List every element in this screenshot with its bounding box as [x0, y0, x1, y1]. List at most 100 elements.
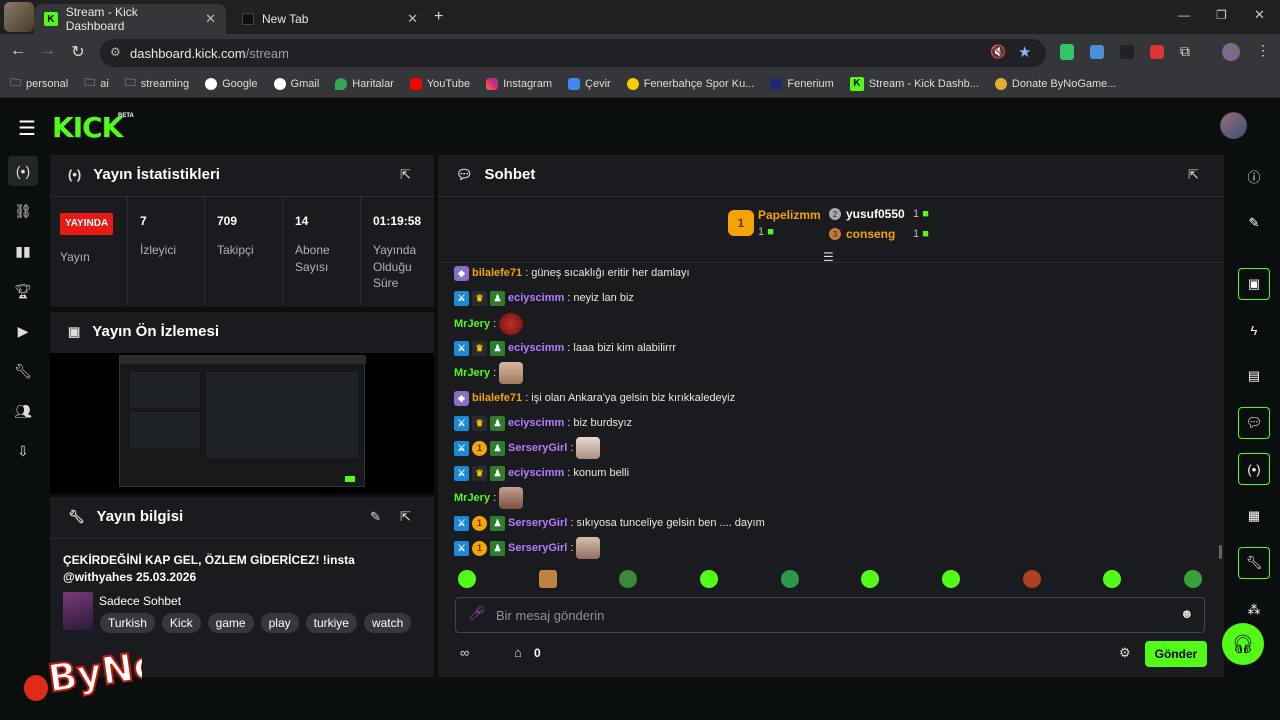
new-tab-button[interactable]: +	[434, 8, 443, 26]
tag[interactable]: watch	[363, 613, 412, 633]
video-extension-icon[interactable]	[1150, 45, 1164, 59]
store-icon[interactable]: ⌂	[514, 645, 522, 660]
bookmark-google[interactable]: Google	[205, 77, 258, 90]
chat-username[interactable]: MrJery	[454, 318, 490, 330]
chat-username[interactable]: bilalefe71	[472, 267, 522, 279]
adblock-extension-icon[interactable]	[1060, 44, 1074, 60]
tag[interactable]: play	[260, 613, 299, 633]
chat-username[interactable]: eciyscimm	[508, 292, 564, 304]
url-bar[interactable]: dashboard.kick.com/stream	[100, 39, 1046, 67]
emote-button[interactable]	[1022, 570, 1041, 588]
info-icon[interactable]: ⓘ	[1238, 160, 1270, 192]
menu-dots-icon[interactable]: ⋮	[1256, 42, 1270, 59]
forward-icon[interactable]: →	[38, 42, 58, 60]
download-nav-icon[interactable]: ⇩	[8, 436, 38, 466]
tag[interactable]: turkiye	[305, 613, 357, 633]
tag[interactable]: game	[207, 613, 254, 633]
reload-icon[interactable]: ↻	[68, 42, 88, 62]
extension-icon[interactable]	[1120, 45, 1134, 59]
bookmark-instagram[interactable]: Instagram	[486, 77, 552, 90]
popout-icon[interactable]: ⇱	[1188, 167, 1199, 183]
chat-widget-icon[interactable]: 💬︎	[1238, 407, 1270, 439]
chat-username[interactable]: MrJery	[454, 367, 490, 379]
chat-username[interactable]: MrJery	[454, 492, 490, 504]
edit-icon[interactable]: ✎	[1238, 207, 1270, 239]
profile-avatar[interactable]	[4, 2, 34, 32]
minimize-button[interactable]: —	[1178, 8, 1190, 22]
emote-button[interactable]	[1103, 570, 1122, 588]
emote-button[interactable]	[699, 570, 718, 588]
edit-pencil-icon[interactable]: ✎	[370, 509, 381, 525]
support-headset-icon[interactable]: 🎧︎	[1222, 623, 1264, 665]
tag[interactable]: Kick	[161, 613, 201, 633]
chat-username[interactable]: SerseryGirl	[508, 542, 567, 554]
stream-nav-icon[interactable]: (•)	[8, 156, 38, 186]
share-icon[interactable]: ⁂	[1238, 594, 1270, 626]
send-button[interactable]: Gönder	[1145, 641, 1207, 667]
chat-message-input[interactable]: Bir mesaj gönderin	[455, 597, 1205, 633]
bookmark-maps[interactable]: Haritalar	[335, 77, 394, 90]
chat-username[interactable]: eciyscimm	[508, 342, 564, 354]
close-tab-icon[interactable]: ✕	[407, 11, 418, 27]
analytics-nav-icon[interactable]: ▮▮	[8, 236, 38, 266]
bookmark-youtube[interactable]: YouTube	[409, 77, 470, 90]
chat-username[interactable]: bilalefe71	[472, 392, 522, 404]
close-tab-icon[interactable]: ✕	[205, 11, 216, 27]
tag[interactable]: Turkish	[100, 613, 155, 633]
popout-icon[interactable]: ⇱	[400, 509, 411, 525]
emoji-picker-icon[interactable]: ☻	[1180, 606, 1194, 621]
chat-username[interactable]: eciyscimm	[508, 467, 564, 479]
emote-button[interactable]	[941, 570, 960, 588]
tab-kick-dashboard[interactable]: K Stream - Kick Dashboard ✕	[34, 4, 226, 34]
lightning-icon[interactable]: ϟ	[1238, 314, 1270, 346]
user-avatar[interactable]	[1220, 112, 1247, 139]
translate-extension-icon[interactable]	[1090, 45, 1104, 59]
close-window-button[interactable]: ✕	[1254, 7, 1265, 23]
bookmark-fenerbahce[interactable]: Fenerbahçe Spor Ku...	[626, 77, 754, 90]
extensions-puzzle-icon[interactable]: ⧉	[1180, 43, 1190, 60]
community-nav-icon[interactable]: 👥︎	[8, 396, 38, 426]
hamburger-menu-icon[interactable]: ☰	[18, 116, 36, 141]
notes-icon[interactable]: ▤	[1238, 360, 1270, 392]
chat-scrollbar[interactable]	[1219, 545, 1222, 559]
emote-button[interactable]	[458, 570, 476, 588]
link-nav-icon[interactable]: ⛓	[8, 196, 38, 226]
site-info-icon[interactable]: ⚙	[110, 45, 121, 59]
video-widget-icon[interactable]: ▦	[1238, 500, 1270, 532]
trophy-nav-icon[interactable]: 🏆︎	[8, 276, 38, 306]
bookmark-folder[interactable]: 🗀 streaming	[125, 74, 189, 93]
maximize-button[interactable]: ❐	[1216, 8, 1227, 22]
bookmark-kick[interactable]: K Stream - Kick Dashb...	[849, 76, 979, 91]
leaderboard-third-name[interactable]: conseng	[846, 227, 895, 241]
bookmark-translate[interactable]: Çevir	[568, 77, 611, 90]
emote-button[interactable]	[1183, 570, 1202, 588]
tools-widget-icon[interactable]: 🔧︎	[1238, 547, 1270, 579]
emote-button[interactable]	[538, 570, 557, 588]
chat-username[interactable]: SerseryGirl	[508, 517, 567, 529]
broadcast-widget-icon[interactable]: (•)	[1238, 453, 1270, 485]
emote-button[interactable]	[780, 570, 799, 588]
chat-username[interactable]: SerseryGirl	[508, 442, 567, 454]
bookmark-bynogame[interactable]: Donate ByNoGame...	[994, 77, 1116, 90]
bookmark-folder[interactable]: 🗀 ai	[84, 74, 109, 93]
emote-button[interactable]	[619, 570, 638, 588]
profile-icon[interactable]	[1222, 43, 1240, 61]
leaderboard-second-name[interactable]: yusuf0550	[846, 207, 905, 221]
points-icon[interactable]: ∞	[460, 645, 469, 660]
bookmark-gmail[interactable]: Gmail	[273, 77, 319, 90]
bookmark-folder[interactable]: 🗀 personal	[10, 74, 68, 93]
leaderboard-first-name[interactable]: Papelizmm	[758, 208, 821, 222]
emote-button[interactable]	[861, 570, 880, 588]
chat-settings-gear-icon[interactable]: ⚙	[1119, 645, 1131, 661]
bookmark-star-icon[interactable]: ★	[1018, 43, 1031, 61]
screenshot-widget-icon[interactable]: ▣	[1238, 268, 1270, 300]
popout-icon[interactable]: ⇱	[400, 167, 411, 183]
chat-username[interactable]: eciyscimm	[508, 417, 564, 429]
back-icon[interactable]: ←	[8, 42, 28, 60]
tab-new-tab[interactable]: New Tab ✕	[232, 4, 428, 34]
video-nav-icon[interactable]: ▶	[8, 316, 38, 346]
kick-logo[interactable]: KICK	[52, 111, 123, 144]
microphone-icon[interactable]: 🎤︎	[468, 605, 486, 622]
tools-nav-icon[interactable]: 🔧︎	[8, 356, 38, 386]
cast-muted-icon[interactable]: 🔇	[990, 44, 1006, 60]
